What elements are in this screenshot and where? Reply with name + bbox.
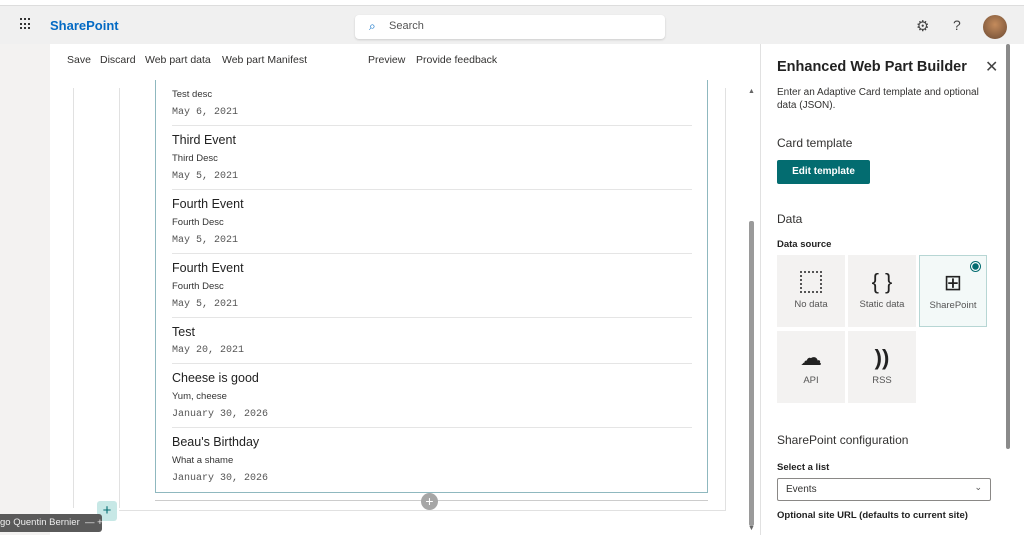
discard-button[interactable]: Discard (100, 54, 136, 66)
pane-description: Enter an Adaptive Card template and opti… (777, 87, 979, 111)
event-item: Cheese is good Yum, cheese January 30, 202… (172, 364, 692, 428)
suite-bar: SharePoint ⌕ Search ⚙ ? (0, 6, 1024, 44)
source-label: SharePoint (929, 300, 977, 311)
data-source-label: Data source (777, 239, 832, 250)
presenter-name: go Quentin Bernier (0, 517, 80, 528)
event-item: Third Event Third Desc May 5, 2021 (172, 126, 692, 190)
site-url-label: Optional site URL (defaults to current s… (777, 510, 968, 521)
source-rss[interactable]: )) RSS (848, 331, 916, 403)
list-dropdown[interactable]: Events ⌄ (777, 478, 991, 501)
source-api[interactable]: ☁ API (777, 331, 845, 403)
event-desc: Fourth Desc (172, 281, 224, 292)
data-heading: Data (777, 212, 803, 226)
select-list-label: Select a list (777, 462, 830, 473)
canvas-scrollbar[interactable] (749, 221, 754, 526)
source-static-data[interactable]: { } Static data (848, 255, 916, 327)
event-date: January 30, 2026 (172, 409, 269, 420)
provide-feedback-button[interactable]: Provide feedback (416, 54, 497, 66)
source-no-data[interactable]: No data (777, 255, 845, 327)
selected-radio (970, 261, 981, 272)
scroll-down-arrow[interactable]: ▼ (748, 525, 755, 532)
source-label: Static data (859, 299, 905, 310)
source-sharepoint[interactable]: ⊞ SharePoint (919, 255, 987, 327)
brand-link[interactable]: SharePoint (50, 18, 119, 33)
source-label: No data (794, 299, 828, 310)
source-label: API (803, 375, 819, 386)
search-icon: ⌕ (369, 19, 376, 33)
event-item: Test desc May 6, 2021 (172, 89, 692, 126)
event-title: Beau's Birthday (172, 435, 260, 449)
event-item: Test May 20, 2021 (172, 318, 692, 364)
event-desc: Yum, cheese (172, 391, 227, 402)
event-title: Cheese is good (172, 371, 259, 385)
table-icon: ⊞ (943, 270, 963, 295)
scroll-up-arrow[interactable]: ▲ (748, 88, 755, 95)
event-item: Beau's Birthday What a shame January 30, 2… (172, 428, 692, 491)
preview-button[interactable]: Preview (368, 54, 405, 66)
pane-scrollbar[interactable] (1006, 44, 1010, 449)
web-part-manifest-button[interactable]: Web part Manifest (222, 54, 307, 66)
event-desc: What a shame (172, 455, 234, 466)
event-date: May 6, 2021 (172, 107, 239, 118)
braces-icon: { } (871, 269, 893, 294)
add-section-button[interactable]: + (421, 493, 438, 510)
gear-icon[interactable]: ⚙ (916, 17, 929, 35)
event-title: Fourth Event (172, 197, 244, 211)
avatar[interactable] (983, 15, 1007, 39)
event-date: May 5, 2021 (172, 171, 239, 182)
event-item: Fourth Event Fourth Desc May 5, 2021 (172, 190, 692, 254)
cloud-link-icon: ☁ (800, 345, 822, 370)
event-list: Test desc May 6, 2021 Third Event Third Des… (172, 89, 692, 491)
dotted-square-icon (777, 269, 845, 295)
adaptive-card-web-part[interactable]: Test desc May 6, 2021 Third Event Third Des… (155, 80, 708, 493)
event-title: Third Event (172, 133, 236, 147)
dropdown-value: Events (786, 484, 817, 495)
app-launcher-icon[interactable] (20, 18, 32, 30)
search-placeholder: Search (389, 20, 424, 32)
sp-config-heading: SharePoint configuration (777, 433, 909, 447)
edit-template-button[interactable]: Edit template (777, 160, 870, 184)
source-label: RSS (872, 375, 892, 386)
event-date: May 5, 2021 (172, 299, 239, 310)
event-date: January 30, 2026 (172, 473, 269, 484)
section-border (725, 88, 726, 511)
search-input[interactable]: ⌕ Search (355, 15, 665, 39)
event-item: Fourth Event Fourth Desc May 5, 2021 (172, 254, 692, 318)
card-template-heading: Card template (777, 136, 853, 150)
section-border (119, 88, 120, 508)
event-date: May 5, 2021 (172, 235, 239, 246)
help-icon[interactable]: ? (953, 17, 961, 33)
plus-icon[interactable]: + (97, 517, 103, 528)
web-part-data-button[interactable]: Web part data (145, 54, 211, 66)
event-desc: Fourth Desc (172, 217, 224, 228)
close-icon[interactable]: ✕ (985, 57, 998, 77)
event-desc: Third Desc (172, 153, 218, 164)
minus-icon[interactable]: — (82, 517, 97, 528)
chevron-down-icon: ⌄ (974, 482, 982, 492)
rss-icon: )) (874, 345, 890, 370)
save-button[interactable]: Save (67, 54, 91, 66)
section-border (119, 510, 726, 511)
event-title: Fourth Event (172, 261, 244, 275)
presenter-label: go Quentin Bernier — + (0, 514, 103, 532)
pane-title: Enhanced Web Part Builder (777, 59, 967, 75)
property-pane: Enhanced Web Part Builder ✕ Enter an Ada… (760, 44, 1024, 535)
section-border (73, 88, 74, 508)
event-title: Test (172, 325, 195, 339)
event-date: May 20, 2021 (172, 345, 245, 356)
event-desc: Test desc (172, 89, 213, 100)
